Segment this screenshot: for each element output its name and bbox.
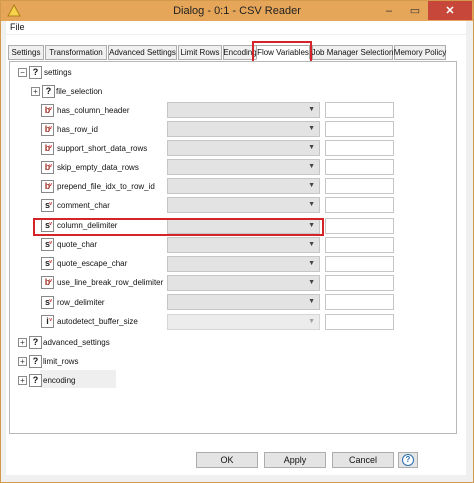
param-name: quote_escape_char	[57, 259, 128, 268]
boolean-type-icon: bv	[41, 123, 54, 136]
string-type-icon: sv	[41, 257, 54, 270]
chevron-down-icon: ▼	[308, 241, 315, 248]
param-name: quote_char	[57, 240, 98, 249]
variable-select-disabled: ▼	[167, 314, 320, 330]
variable-name-input[interactable]	[325, 237, 394, 253]
variable-select[interactable]: ▼	[167, 121, 320, 137]
variable-name-input[interactable]	[325, 102, 394, 118]
boolean-type-icon: bv	[41, 104, 54, 117]
expander-limit-rows[interactable]: +	[18, 357, 27, 366]
boolean-type-icon: bv	[41, 142, 54, 155]
tab-memory-policy[interactable]: Memory Policy	[394, 45, 446, 60]
param-name: comment_char	[57, 201, 110, 210]
variable-name-input[interactable]	[325, 159, 394, 175]
tab-advanced-settings[interactable]: Advanced Settings	[108, 45, 177, 60]
chevron-down-icon: ▼	[308, 182, 315, 189]
param-name: row_delimiter	[57, 298, 105, 307]
param-name: prepend_file_idx_to_row_id	[57, 182, 155, 191]
unknown-type-icon: ?	[29, 336, 42, 349]
unknown-type-icon: ?	[29, 355, 42, 368]
tab-job-manager-selection[interactable]: Job Manager Selection	[312, 45, 393, 60]
expander-advanced-settings[interactable]: +	[18, 338, 27, 347]
help-button[interactable]: ?	[398, 452, 418, 468]
variable-select[interactable]: ▼	[167, 275, 320, 291]
cancel-button[interactable]: Cancel	[332, 452, 394, 468]
tree-node-file-selection[interactable]: file_selection	[56, 87, 102, 96]
variable-select[interactable]: ▼	[167, 140, 320, 156]
active-tab-highlight	[252, 41, 312, 63]
variable-name-input[interactable]	[325, 314, 394, 330]
tree-node-encoding[interactable]: encoding	[43, 376, 75, 385]
minimize-button[interactable]: –	[376, 1, 402, 20]
tree-node-settings[interactable]: settings	[44, 68, 72, 77]
variable-name-input[interactable]	[325, 178, 394, 194]
maximize-icon: ▭	[409, 5, 421, 17]
tree-node-limit-rows[interactable]: limit_rows	[43, 357, 79, 366]
variable-name-input[interactable]	[325, 121, 394, 137]
variable-name-input[interactable]	[325, 197, 394, 213]
chevron-down-icon: ▼	[308, 125, 315, 132]
variable-select[interactable]: ▼	[167, 237, 320, 253]
boolean-type-icon: bv	[41, 161, 54, 174]
variable-select[interactable]: ▼	[167, 178, 320, 194]
expander-encoding[interactable]: +	[18, 376, 27, 385]
title-bar[interactable]: Dialog - 0:1 - CSV Reader – ▭ ✕	[1, 1, 473, 21]
menu-file[interactable]: File	[10, 22, 25, 32]
help-icon: ?	[402, 454, 414, 466]
chevron-down-icon: ▼	[308, 318, 315, 325]
variable-select[interactable]: ▼	[167, 197, 320, 213]
param-name: has_row_id	[57, 125, 98, 134]
chevron-down-icon: ▼	[308, 144, 315, 151]
chevron-down-icon: ▼	[308, 201, 315, 208]
ok-button[interactable]: OK	[196, 452, 258, 468]
variable-name-input[interactable]	[325, 140, 394, 156]
chevron-down-icon: ▼	[308, 260, 315, 267]
variable-name-input[interactable]	[325, 275, 394, 291]
unknown-type-icon: ?	[42, 85, 55, 98]
string-type-icon: sv	[41, 296, 54, 309]
string-type-icon: sv	[41, 238, 54, 251]
string-type-icon: sv	[41, 199, 54, 212]
chevron-down-icon: ▼	[308, 298, 315, 305]
close-icon: ✕	[445, 5, 455, 17]
column-delimiter-highlight	[33, 218, 324, 236]
param-name: use_line_break_row_delimiter	[57, 278, 164, 287]
param-name: has_column_header	[57, 106, 130, 115]
param-name: skip_empty_data_rows	[57, 163, 139, 172]
maximize-button[interactable]: ▭	[402, 1, 428, 20]
param-name: autodetect_buffer_size	[57, 317, 138, 326]
param-name: support_short_data_rows	[57, 144, 148, 153]
chevron-down-icon: ▼	[308, 106, 315, 113]
variable-select[interactable]: ▼	[167, 256, 320, 272]
minimize-icon: –	[385, 4, 393, 17]
tab-settings[interactable]: Settings	[8, 45, 44, 60]
chevron-down-icon: ▼	[308, 163, 315, 170]
integer-type-icon: iv	[41, 315, 54, 328]
apply-button[interactable]: Apply	[264, 452, 326, 468]
chevron-down-icon: ▼	[308, 279, 315, 286]
menu-bar: File	[6, 21, 466, 34]
unknown-type-icon: ?	[29, 374, 42, 387]
tree-node-advanced-settings[interactable]: advanced_settings	[43, 338, 110, 347]
variable-name-input[interactable]	[325, 218, 394, 234]
variable-select[interactable]: ▼	[167, 102, 320, 118]
expander-settings[interactable]: −	[18, 68, 27, 77]
tab-transformation[interactable]: Transformation	[45, 45, 107, 60]
tab-limit-rows[interactable]: Limit Rows	[178, 45, 222, 60]
variable-select[interactable]: ▼	[167, 159, 320, 175]
close-button[interactable]: ✕	[428, 1, 472, 20]
variable-name-input[interactable]	[325, 256, 394, 272]
expander-file-selection[interactable]: +	[31, 87, 40, 96]
boolean-type-icon: bv	[41, 180, 54, 193]
boolean-type-icon: bv	[41, 276, 54, 289]
unknown-type-icon: ?	[29, 66, 42, 79]
variable-select[interactable]: ▼	[167, 294, 320, 310]
variable-name-input[interactable]	[325, 294, 394, 310]
